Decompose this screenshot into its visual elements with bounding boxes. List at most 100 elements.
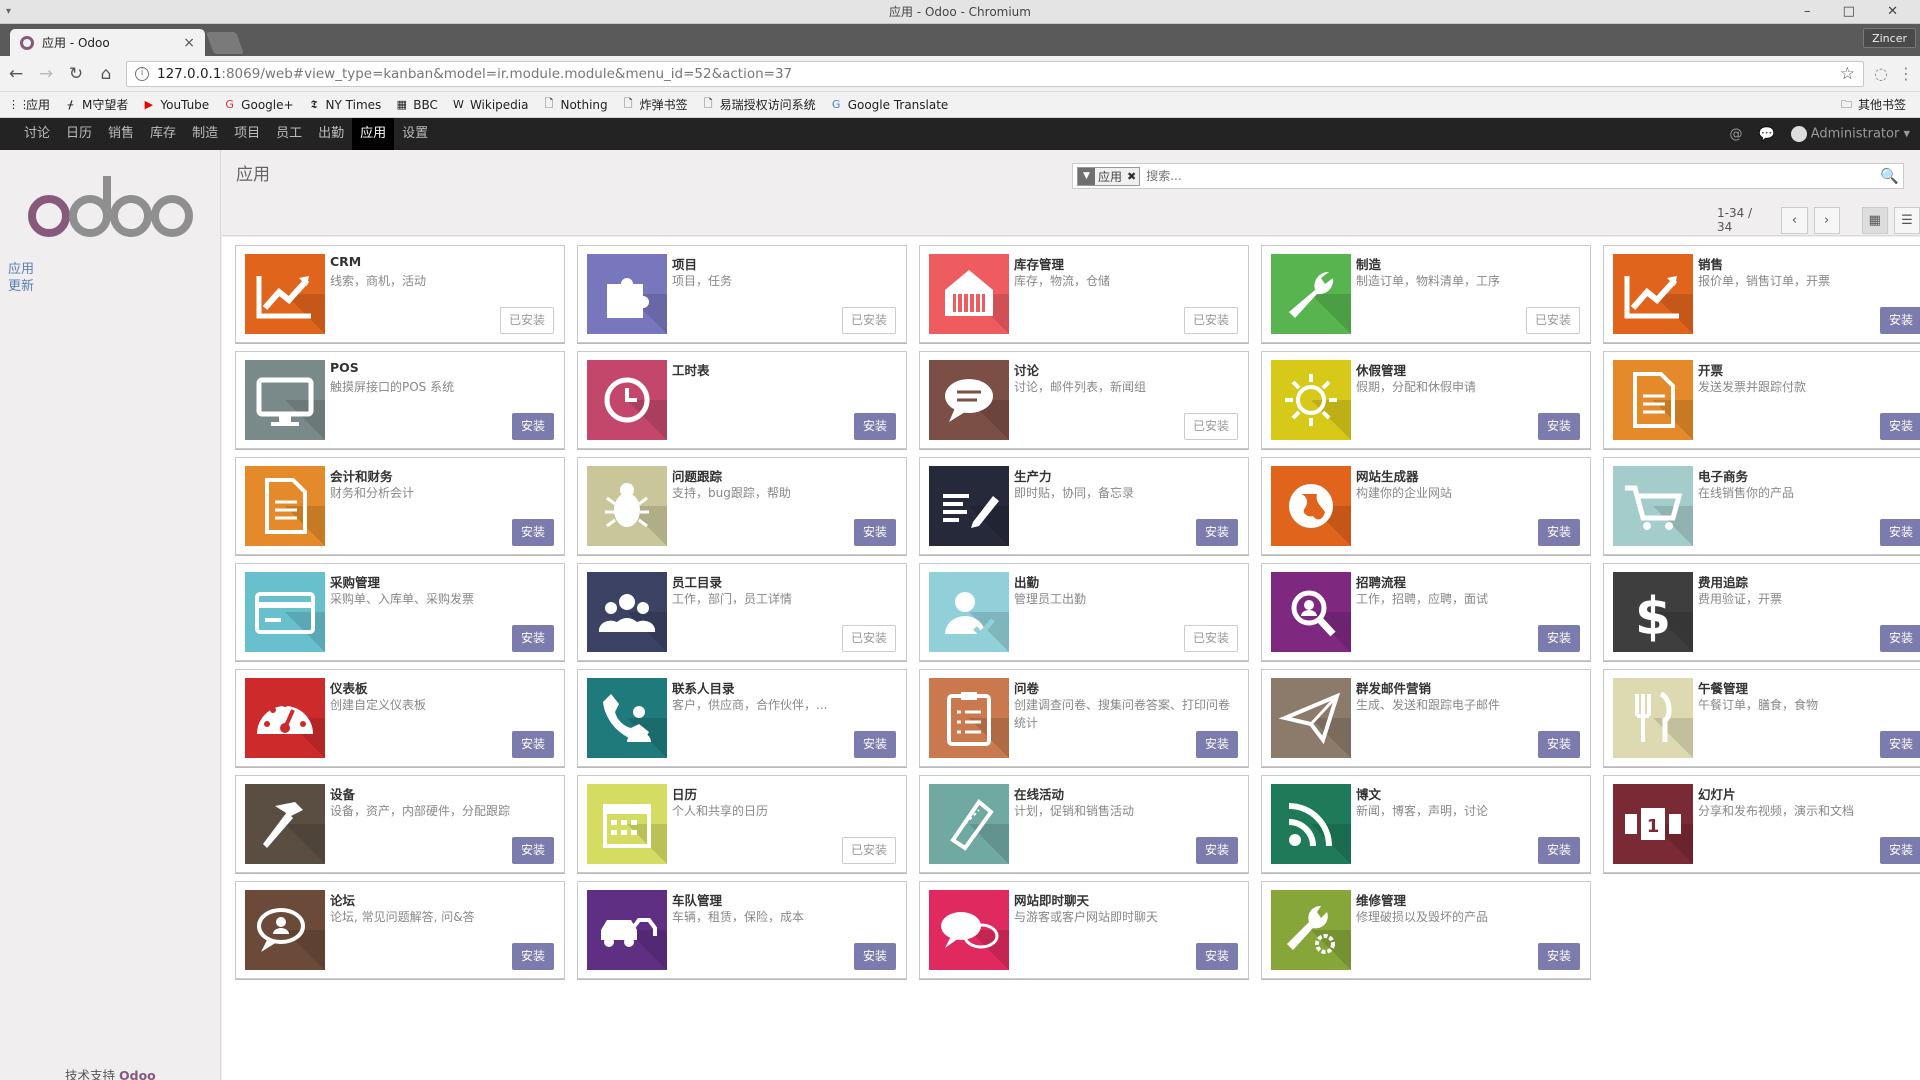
menu-item[interactable]: 制造	[184, 118, 226, 150]
powered-brand[interactable]: Odoo	[119, 1068, 156, 1080]
bookmark-item[interactable]: 𝕿 NY Times	[308, 98, 382, 112]
pager-next-button[interactable]: ›	[1813, 206, 1840, 234]
app-card[interactable]: 项目 项目，任务 已安装	[577, 245, 907, 343]
bookmark-star-icon[interactable]: ☆	[1840, 64, 1855, 84]
remove-facet-icon[interactable]: ✖	[1127, 170, 1136, 183]
pager-previous-button[interactable]: ‹	[1781, 206, 1808, 234]
app-card[interactable]: $ 费用追踪 费用验证，开票 安装	[1603, 563, 1920, 661]
install-button[interactable]: 安装	[1537, 731, 1580, 758]
browser-tab[interactable]: 应用 - Odoo ×	[10, 29, 205, 56]
browser-menu-icon[interactable]: ⋮	[1898, 64, 1914, 83]
installed-button[interactable]: 已安装	[841, 625, 896, 652]
installed-button[interactable]: 已安装	[1183, 307, 1238, 334]
app-card[interactable]: 问题跟踪 支持，bug跟踪，帮助 安装	[577, 457, 907, 555]
menu-item[interactable]: 项目	[226, 118, 268, 150]
odoo-logo[interactable]	[25, 170, 195, 244]
other-bookmarks[interactable]: 🗀 其他书签	[1840, 92, 1906, 118]
bookmark-item[interactable]: ⋮⋮ 应用	[8, 96, 50, 113]
install-button[interactable]: 安装	[511, 519, 554, 546]
bookmark-item[interactable]: 🗋 易瑞授权访问系统	[702, 95, 816, 114]
app-card[interactable]: 会计和财务 财务和分析会计 安装	[235, 457, 565, 555]
install-button[interactable]: 安装	[1195, 837, 1238, 864]
installed-button[interactable]: 已安装	[1183, 625, 1238, 652]
menu-item[interactable]: 库存	[142, 118, 184, 150]
extension-icon[interactable]: ◌	[1874, 64, 1888, 83]
pager-value[interactable]: 1-34 / 34	[1717, 206, 1769, 234]
app-card[interactable]: 午餐管理 午餐订单，膳食，食物 安装	[1603, 669, 1920, 767]
bookmark-item[interactable]: 🗋 炸弹书签	[622, 95, 688, 114]
search-icon[interactable]: 🔍	[1880, 167, 1899, 185]
info-icon[interactable]: i	[135, 66, 149, 81]
app-card[interactable]: 问卷 创建调查问卷、搜集问卷答案、打印问卷统计 安装	[919, 669, 1249, 767]
menu-item[interactable]: 日历	[58, 118, 100, 150]
menu-item[interactable]: 设置	[394, 118, 436, 150]
menu-item[interactable]: 销售	[100, 118, 142, 150]
install-button[interactable]: 安装	[1879, 413, 1920, 440]
app-card[interactable]: CRM 线索，商机，活动 已安装	[235, 245, 565, 343]
activity-icon[interactable]: @	[1730, 127, 1743, 142]
app-card[interactable]: 出勤 管理员工出勤 已安装	[919, 563, 1249, 661]
install-button[interactable]: 安装	[1537, 943, 1580, 970]
close-tab-icon[interactable]: ×	[183, 35, 195, 51]
app-card[interactable]: POS 触摸屏接口的POS 系统 安装	[235, 351, 565, 449]
install-button[interactable]: 安装	[511, 625, 554, 652]
install-button[interactable]: 安装	[511, 837, 554, 864]
app-card[interactable]: 论坛 论坛, 常见问题解答, 问&答 安装	[235, 881, 565, 979]
app-card[interactable]: 博文 新闻，博客，声明，讨论 安装	[1261, 775, 1591, 873]
install-button[interactable]: 安装	[1537, 837, 1580, 864]
install-button[interactable]: 安装	[1879, 625, 1920, 652]
install-button[interactable]: 安装	[853, 943, 896, 970]
app-card[interactable]: 在线活动 计划，促销和销售活动 安装	[919, 775, 1249, 873]
bookmark-item[interactable]: 🗋 Nothing	[542, 95, 608, 114]
install-button[interactable]: 安装	[1537, 519, 1580, 546]
app-card[interactable]: 网站生成器 构建你的企业网站 安装	[1261, 457, 1591, 555]
app-card[interactable]: 销售 报价单，销售订单，开票 安装	[1603, 245, 1920, 343]
bookmark-item[interactable]: ▶ YouTube	[142, 98, 210, 112]
search-box[interactable]: ▼ 应用 ✖ 🔍	[1072, 163, 1904, 189]
menu-item[interactable]: 出勤	[310, 118, 352, 150]
app-card[interactable]: 制造 制造订单，物料清单，工序 已安装	[1261, 245, 1591, 343]
install-button[interactable]: 安装	[511, 413, 554, 440]
sidebar-item-updates[interactable]: 更新	[8, 275, 34, 294]
install-button[interactable]: 安装	[853, 413, 896, 440]
install-button[interactable]: 安装	[853, 731, 896, 758]
app-card[interactable]: 网站即时聊天 与游客或客户网站即时聊天 安装	[919, 881, 1249, 979]
app-card[interactable]: 库存管理 库存，物流，仓储 已安装	[919, 245, 1249, 343]
install-button[interactable]: 安装	[1879, 837, 1920, 864]
app-card[interactable]: 讨论 讨论，邮件列表，新闻组 已安装	[919, 351, 1249, 449]
messaging-icon[interactable]: 💬	[1759, 127, 1775, 142]
app-card[interactable]: 群发邮件营销 生成、发送和跟踪电子邮件 安装	[1261, 669, 1591, 767]
installed-button[interactable]: 已安装	[841, 837, 896, 864]
app-card[interactable]: 招聘流程 工作，招聘，应聘，面试 安装	[1261, 563, 1591, 661]
reload-icon[interactable]: ↻	[66, 64, 86, 84]
app-card[interactable]: 开票 发送发票并跟踪付款 安装	[1603, 351, 1920, 449]
user-menu[interactable]: Administrator ▾	[1790, 126, 1910, 142]
search-facet[interactable]: ▼ 应用 ✖	[1077, 166, 1141, 186]
app-card[interactable]: 工时表 安装	[577, 351, 907, 449]
install-button[interactable]: 安装	[853, 519, 896, 546]
install-button[interactable]: 安装	[1195, 731, 1238, 758]
installed-button[interactable]: 已安装	[841, 307, 896, 334]
install-button[interactable]: 安装	[1195, 519, 1238, 546]
list-view-button[interactable]: ☰	[1893, 206, 1920, 234]
installed-button[interactable]: 已安装	[1183, 413, 1238, 440]
installed-button[interactable]: 已安装	[499, 307, 554, 334]
app-card[interactable]: 车队管理 车辆，租赁，保险，成本 安装	[577, 881, 907, 979]
installed-button[interactable]: 已安装	[1525, 307, 1580, 334]
install-button[interactable]: 安装	[1195, 943, 1238, 970]
install-button[interactable]: 安装	[1879, 307, 1920, 334]
new-tab-button[interactable]	[205, 32, 245, 54]
profile-button[interactable]: Zincer	[1863, 28, 1916, 48]
bookmark-item[interactable]: G Google Translate	[830, 98, 948, 112]
app-card[interactable]: 生产力 即时贴，协同，备忘录 安装	[919, 457, 1249, 555]
install-button[interactable]: 安装	[1537, 625, 1580, 652]
app-card[interactable]: 电子商务 在线销售你的产品 安装	[1603, 457, 1920, 555]
bookmark-item[interactable]: ▦ BBC	[395, 98, 438, 112]
install-button[interactable]: 安装	[1537, 413, 1580, 440]
app-card[interactable]: 采购管理 采购单、入库单、采购发票 安装	[235, 563, 565, 661]
app-card[interactable]: 维修管理 修理破损以及毁坏的产品 安装	[1261, 881, 1591, 979]
home-icon[interactable]: ⌂	[96, 64, 116, 84]
search-input[interactable]	[1146, 169, 1875, 183]
install-button[interactable]: 安装	[1879, 519, 1920, 546]
window-controls[interactable]: – □ ✕	[1804, 0, 1912, 24]
